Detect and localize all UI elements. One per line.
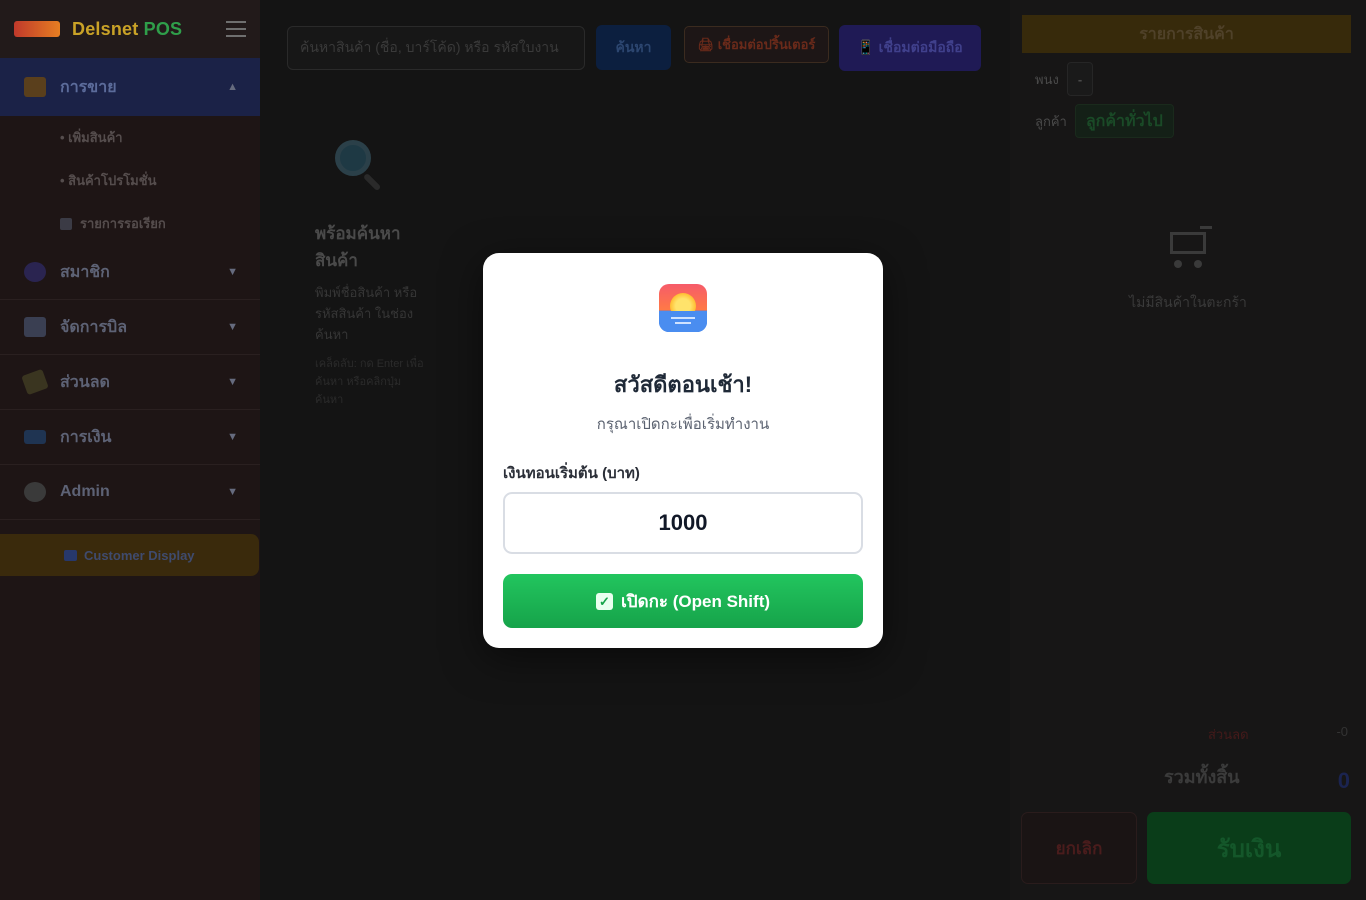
sidebar-item-label: Admin	[60, 483, 110, 500]
gear-icon	[24, 482, 46, 502]
cart-panel: รายการสินค้า พนง - ลูกค้า ลูกค้าทั่วไป ไ…	[1010, 0, 1366, 900]
document-icon	[24, 317, 46, 337]
magnifier-icon	[335, 140, 387, 192]
sidebar-item-members[interactable]: สมาชิก ▼	[0, 245, 260, 300]
open-shift-button[interactable]: ✓ เปิดกะ (Open Shift)	[503, 574, 863, 628]
modal-subtitle: กรุณาเปิดกะเพื่อเริ่มทำงาน	[596, 416, 770, 433]
ready-title: พร้อมค้นหาสินค้า	[315, 224, 401, 270]
sidebar-item-bills[interactable]: จัดการบิล ▼	[0, 300, 260, 355]
brand-logo-icon	[14, 21, 60, 37]
brand-suffix: POS	[143, 18, 183, 39]
sidebar-item-sales[interactable]: การขาย ▲	[0, 58, 260, 116]
discount-label: ส่วนลด	[1208, 727, 1249, 742]
sidebar-item-label: การขาย	[60, 78, 117, 96]
customer-select[interactable]: ลูกค้าทั่วไป	[1074, 104, 1174, 138]
sidebar-subitem-add-product[interactable]: • เพิ่มสินค้า	[0, 116, 260, 159]
sunrise-icon	[659, 284, 707, 332]
customer-display-button[interactable]: Customer Display	[0, 534, 259, 576]
tag-icon	[21, 368, 49, 396]
sidebar-subitem-waiting-list[interactable]: รายการรอเรียก	[0, 202, 260, 245]
chevron-down-icon: ▼	[227, 486, 238, 498]
sidebar-item-finance[interactable]: การเงิน ▼	[0, 410, 260, 465]
sidebar-item-label: สมาชิก	[60, 263, 110, 281]
cancel-button[interactable]: ยกเลิก	[1021, 812, 1137, 884]
search-input[interactable]: ค้นหาสินค้า (ชื่อ, บาร์โค้ด) หรือ รหัสใบ…	[287, 26, 585, 70]
hamburger-menu-icon[interactable]	[226, 21, 246, 37]
discount-row: ส่วนลด -0	[1208, 724, 1348, 745]
sidebar-subitem-label: • เพิ่มสินค้า	[60, 130, 123, 145]
customer-display-label: Customer Display	[84, 547, 195, 563]
brand-prefix: Delsnet	[72, 18, 139, 39]
sidebar-subitem-label: รายการรอเรียก	[80, 216, 166, 231]
sidebar-subitem-promotions[interactable]: • สินค้าโปรโมชั่น	[0, 159, 260, 202]
ready-to-search-panel: พร้อมค้นหาสินค้า พิมพ์ชื่อสินค้า หรือรหั…	[315, 140, 425, 409]
chevron-up-icon: ▲	[227, 81, 238, 93]
total-value: 0	[1337, 768, 1350, 793]
connect-printer-button[interactable]: 🖨 เชื่อมต่อปริ้นเตอร์	[684, 26, 829, 63]
brand-name: Delsnet POS	[72, 19, 182, 40]
chevron-down-icon: ▼	[227, 321, 238, 333]
chevron-down-icon: ▼	[227, 376, 238, 388]
staff-label: พนง	[1035, 71, 1059, 87]
chevron-down-icon: ▼	[227, 266, 238, 278]
ready-hint: เคล็ดลับ: กด Enter เพื่อค้นหา หรือคลิกปุ…	[315, 358, 424, 406]
staff-row: พนง -	[1035, 62, 1094, 96]
search-button[interactable]: ค้นหา	[596, 25, 671, 70]
sidebar-item-label: ส่วนลด	[60, 373, 110, 391]
sidebar: Delsnet POS การขาย ▲ • เพิ่มสินค้า • สิน…	[0, 0, 260, 900]
customer-label: ลูกค้า	[1035, 113, 1067, 129]
monitor-icon	[64, 549, 77, 561]
sidebar-item-label: จัดการบิล	[60, 318, 127, 336]
cart-empty-text: ไม่มีสินค้าในตะกร้า	[1129, 294, 1247, 310]
sidebar-item-label: การเงิน	[60, 428, 112, 446]
staff-select[interactable]: -	[1066, 62, 1094, 96]
total-label: รวมทั้งสิ้น	[1164, 766, 1240, 787]
connect-mobile-button[interactable]: 📱 เชื่อมต่อมือถือ	[839, 25, 981, 71]
starting-cash-label: เงินทอนเริ่มต้น (บาท)	[503, 465, 640, 482]
customer-row: ลูกค้า ลูกค้าทั่วไป	[1035, 104, 1174, 138]
sidebar-item-admin[interactable]: Admin ▼	[0, 465, 260, 520]
shopping-cart-icon	[1164, 226, 1212, 270]
sidebar-header: Delsnet POS	[0, 0, 260, 58]
sidebar-subitem-label: • สินค้าโปรโมชั่น	[60, 173, 157, 188]
cart-empty-state: ไม่มีสินค้าในตะกร้า	[1010, 226, 1366, 314]
cart-title: รายการสินค้า	[1022, 15, 1351, 53]
credit-card-icon	[24, 430, 46, 444]
starting-cash-input[interactable]	[503, 492, 863, 554]
sidebar-item-discounts[interactable]: ส่วนลด ▼	[0, 355, 260, 410]
chevron-down-icon: ▼	[227, 431, 238, 443]
total-row: รวมทั้งสิ้น 0	[1164, 758, 1350, 794]
discount-value: -0	[1336, 724, 1348, 739]
pay-button[interactable]: รับเงิน	[1147, 812, 1351, 884]
user-icon	[24, 262, 46, 282]
clipboard-icon	[60, 217, 72, 230]
box-icon	[24, 77, 46, 97]
open-shift-modal: สวัสดีตอนเช้า! กรุณาเปิดกะเพื่อเริ่มทำงา…	[483, 253, 883, 648]
modal-title: สวัสดีตอนเช้า!	[613, 372, 753, 397]
open-shift-label: เปิดกะ (Open Shift)	[620, 591, 771, 611]
checkmark-icon: ✓	[595, 592, 613, 610]
ready-description: พิมพ์ชื่อสินค้า หรือรหัสสินค้า ในช่องค้น…	[315, 285, 418, 342]
